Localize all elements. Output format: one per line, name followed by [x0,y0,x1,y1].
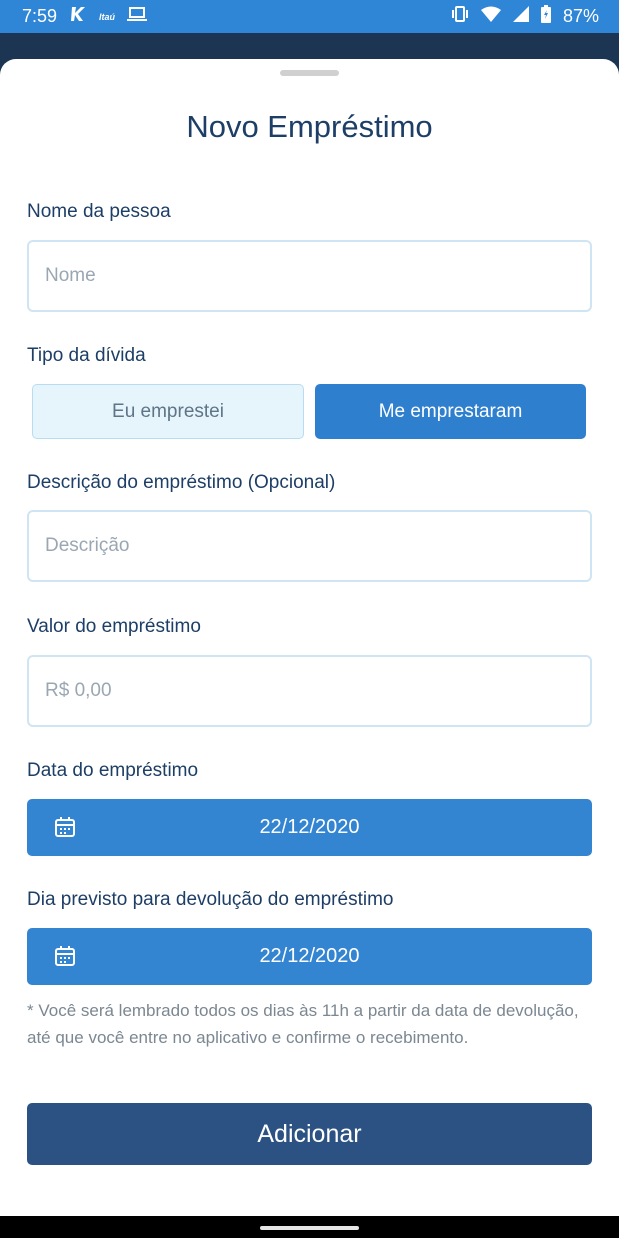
battery-icon [540,5,551,28]
itau-icon: Itaú [99,11,116,22]
k-app-icon [69,5,87,28]
debt-type-label: Tipo da dívida [27,345,146,366]
return-date-button[interactable]: 22/12/2020 [27,928,592,985]
amount-input[interactable]: R$ 0,00 [27,655,592,727]
status-bar: 7:59 Itaú 87% [0,0,619,33]
add-button[interactable]: Adicionar [27,1103,592,1165]
calendar-icon [54,816,76,838]
reminder-note: * Você será lembrado todos os dias às 11… [27,1001,579,1047]
laptop-icon [127,6,148,27]
bottom-sheet: Novo Empréstimo Nome da pessoa Nome Tipo… [0,59,619,1216]
amount-placeholder: R$ 0,00 [45,680,112,701]
description-placeholder: Descrição [45,535,130,556]
name-input[interactable]: Nome [27,240,592,312]
loan-date-value: 22/12/2020 [259,816,360,838]
amount-label: Valor do empréstimo [27,616,201,637]
description-label: Descrição do empréstimo (Opcional) [27,472,336,493]
signal-icon [512,6,529,27]
page-title: Novo Empréstimo [186,109,433,144]
return-date-value: 22/12/2020 [259,945,360,967]
navigation-bar [0,1216,619,1238]
loan-date-button[interactable]: 22/12/2020 [27,799,592,856]
clock: 7:59 [22,6,58,26]
return-date-label: Dia previsto para devolução do empréstim… [27,889,394,910]
calendar-icon [54,945,76,967]
home-gesture-bar[interactable] [260,1226,359,1230]
name-placeholder: Nome [45,265,96,286]
name-label: Nome da pessoa [27,201,171,222]
option-eu-emprestei[interactable]: Eu emprestei [32,384,304,439]
battery-percentage: 87% [562,6,599,26]
option-me-emprestaram[interactable]: Me emprestaram [315,384,586,439]
drag-handle[interactable] [280,70,339,76]
wifi-icon [480,6,501,27]
vibrate-icon [451,6,469,27]
loan-date-label: Data do empréstimo [27,760,199,781]
description-input[interactable]: Descrição [27,510,592,582]
